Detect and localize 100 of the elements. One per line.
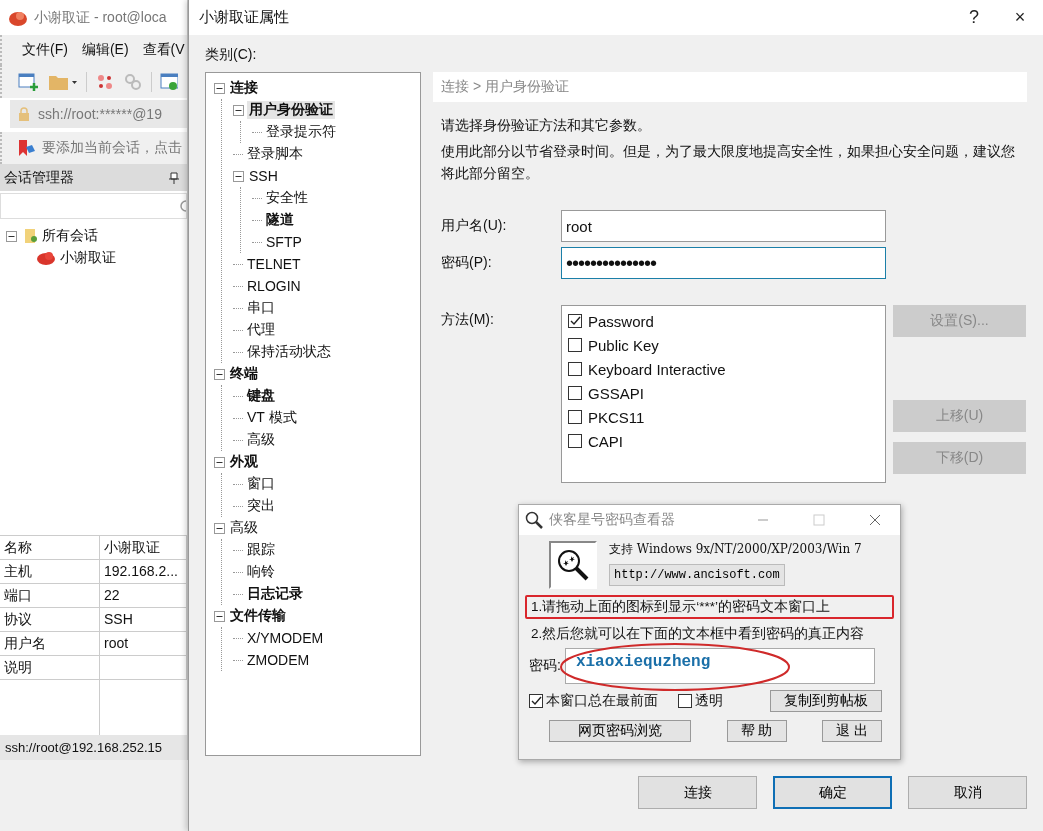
tree-item[interactable]: 高级 xyxy=(228,519,260,537)
viewer-button[interactable]: 帮 助 xyxy=(726,720,787,742)
search-icon[interactable] xyxy=(178,199,186,213)
tree-item[interactable]: VT 模式 xyxy=(245,409,299,427)
session-settings-icon[interactable] xyxy=(160,71,178,92)
collapse-icon[interactable] xyxy=(214,456,225,468)
tree-item[interactable]: 隧道 xyxy=(264,211,296,229)
field-label: 用户名(U): xyxy=(441,217,508,235)
tree-item[interactable]: 窗口 xyxy=(245,475,277,493)
tree-item[interactable]: 登录提示符 xyxy=(264,123,338,141)
menu-item[interactable]: 编辑(E) xyxy=(81,41,129,59)
help-button[interactable]: ? xyxy=(951,0,997,35)
lock-icon xyxy=(18,107,30,121)
tree-item[interactable]: 终端 xyxy=(228,365,260,383)
dialog-button[interactable]: 取消 xyxy=(908,776,1027,809)
tree-item[interactable]: 安全性 xyxy=(264,189,310,207)
input-field[interactable]: root xyxy=(561,210,886,242)
bookmark-icon xyxy=(18,139,36,157)
property-value: 小谢取证 xyxy=(100,536,187,560)
magnifier-icon xyxy=(525,511,543,529)
property-name: 说明 xyxy=(0,656,100,680)
tree-item[interactable]: 响铃 xyxy=(245,563,277,581)
menu-item[interactable]: 查看(V xyxy=(142,41,185,59)
breadcrumb: 连接 > 用户身份验证 xyxy=(433,72,1027,102)
tree-item[interactable]: SFTP xyxy=(264,234,304,250)
method-option[interactable]: Password xyxy=(588,312,654,330)
password-field[interactable]: xiaoxiequzheng xyxy=(564,648,875,684)
checkbox-label[interactable]: 透明 xyxy=(695,692,723,710)
checkbox-label[interactable]: 本窗口总在最前面 xyxy=(546,692,658,710)
property-name: 协议 xyxy=(0,608,100,632)
notice-text: 要添加当前会话，点击 xyxy=(42,139,182,157)
instruction-text: 1.请拖动上面的图标到显示‘***’的密码文本窗口上 xyxy=(525,595,894,619)
search-field[interactable] xyxy=(0,193,187,219)
password-field[interactable]: ••••••••••••••• xyxy=(561,247,886,279)
checkbox[interactable] xyxy=(568,386,582,400)
method-option[interactable]: GSSAPI xyxy=(588,384,644,402)
tree-item[interactable]: X/YMODEM xyxy=(245,630,326,646)
tree-item[interactable]: SSH xyxy=(247,168,280,184)
viewer-button[interactable]: 网页密码浏览 xyxy=(549,720,691,742)
drag-target[interactable] xyxy=(549,541,597,589)
url-button[interactable]: http://www.ancisoft.com xyxy=(609,564,785,586)
tree-item[interactable]: 小谢取证 xyxy=(60,249,116,267)
collapse-icon[interactable] xyxy=(6,230,17,242)
checkbox[interactable] xyxy=(568,410,582,424)
tree-item[interactable]: 用户身份验证 xyxy=(247,101,335,119)
checkbox[interactable] xyxy=(529,694,543,708)
property-value: root xyxy=(100,632,187,656)
property-name: 主机 xyxy=(0,560,100,584)
tree-item[interactable]: RLOGIN xyxy=(245,278,303,294)
tree-item[interactable]: 高级 xyxy=(245,431,277,449)
close-button[interactable]: × xyxy=(997,0,1043,35)
checkbox[interactable] xyxy=(568,338,582,352)
tree-item[interactable]: 外观 xyxy=(228,453,260,471)
tree-item[interactable]: 日志记录 xyxy=(245,585,305,603)
tree-item[interactable]: 代理 xyxy=(245,321,277,339)
tree-item[interactable]: 保持活动状态 xyxy=(245,343,333,361)
copy-button[interactable]: 复制到剪帖板 xyxy=(770,690,882,712)
checkbox[interactable] xyxy=(568,434,582,448)
dialog-button[interactable]: 确定 xyxy=(773,776,892,809)
dialog-title: 小谢取证属性 xyxy=(199,8,290,27)
pin-icon[interactable] xyxy=(169,171,179,184)
method-option[interactable]: PKCS11 xyxy=(588,408,645,426)
property-name: 端口 xyxy=(0,584,100,608)
tree-item[interactable]: 登录脚本 xyxy=(245,145,305,163)
tree-item[interactable]: 串口 xyxy=(245,299,277,317)
tree-item[interactable]: 连接 xyxy=(228,79,260,97)
checkbox[interactable] xyxy=(678,694,692,708)
session-icon xyxy=(36,250,56,266)
instruction-text: 2.然后您就可以在下面的文本框中看到密码的真正内容 xyxy=(530,625,866,643)
checkbox[interactable] xyxy=(568,362,582,376)
password-label: 密码: xyxy=(529,657,561,675)
tree-item[interactable]: 所有会话 xyxy=(42,227,98,245)
dialog-button[interactable]: 连接 xyxy=(638,776,757,809)
collapse-icon[interactable] xyxy=(214,522,225,534)
collapse-icon[interactable] xyxy=(233,170,244,182)
category-label: 类别(C): xyxy=(205,46,258,64)
tree-item[interactable]: TELNET xyxy=(245,256,303,272)
new-window-icon[interactable] xyxy=(18,71,40,92)
tree-item[interactable]: 跟踪 xyxy=(245,541,277,559)
checkbox[interactable] xyxy=(568,314,582,328)
property-name: 名称 xyxy=(0,536,100,560)
method-option[interactable]: CAPI xyxy=(588,432,623,450)
viewer-button[interactable]: 退 出 xyxy=(822,720,882,742)
menu-item[interactable]: 文件(F) xyxy=(22,41,68,59)
method-label: 方法(M): xyxy=(441,310,495,329)
tree-item[interactable]: 文件传输 xyxy=(228,607,288,625)
collapse-icon[interactable] xyxy=(214,82,225,94)
window-title: 侠客星号密码查看器 xyxy=(549,511,676,529)
tree-item[interactable]: 突出 xyxy=(245,497,277,515)
tree-item[interactable]: ZMODEM xyxy=(245,652,312,668)
collapse-icon[interactable] xyxy=(214,368,225,380)
collapse-icon[interactable] xyxy=(214,610,225,622)
close-icon[interactable] xyxy=(869,514,881,526)
intro-text: 请选择身份验证方法和其它参数。 xyxy=(441,116,652,135)
support-text: 支持 Windows 9x/NT/2000/XP/2003/Win 7 xyxy=(609,541,862,558)
magnifier-icon xyxy=(556,548,590,582)
method-option[interactable]: Public Key xyxy=(588,336,659,354)
collapse-icon[interactable] xyxy=(233,104,244,116)
method-option[interactable]: Keyboard Interactive xyxy=(588,360,726,378)
tree-item[interactable]: 键盘 xyxy=(245,387,277,405)
